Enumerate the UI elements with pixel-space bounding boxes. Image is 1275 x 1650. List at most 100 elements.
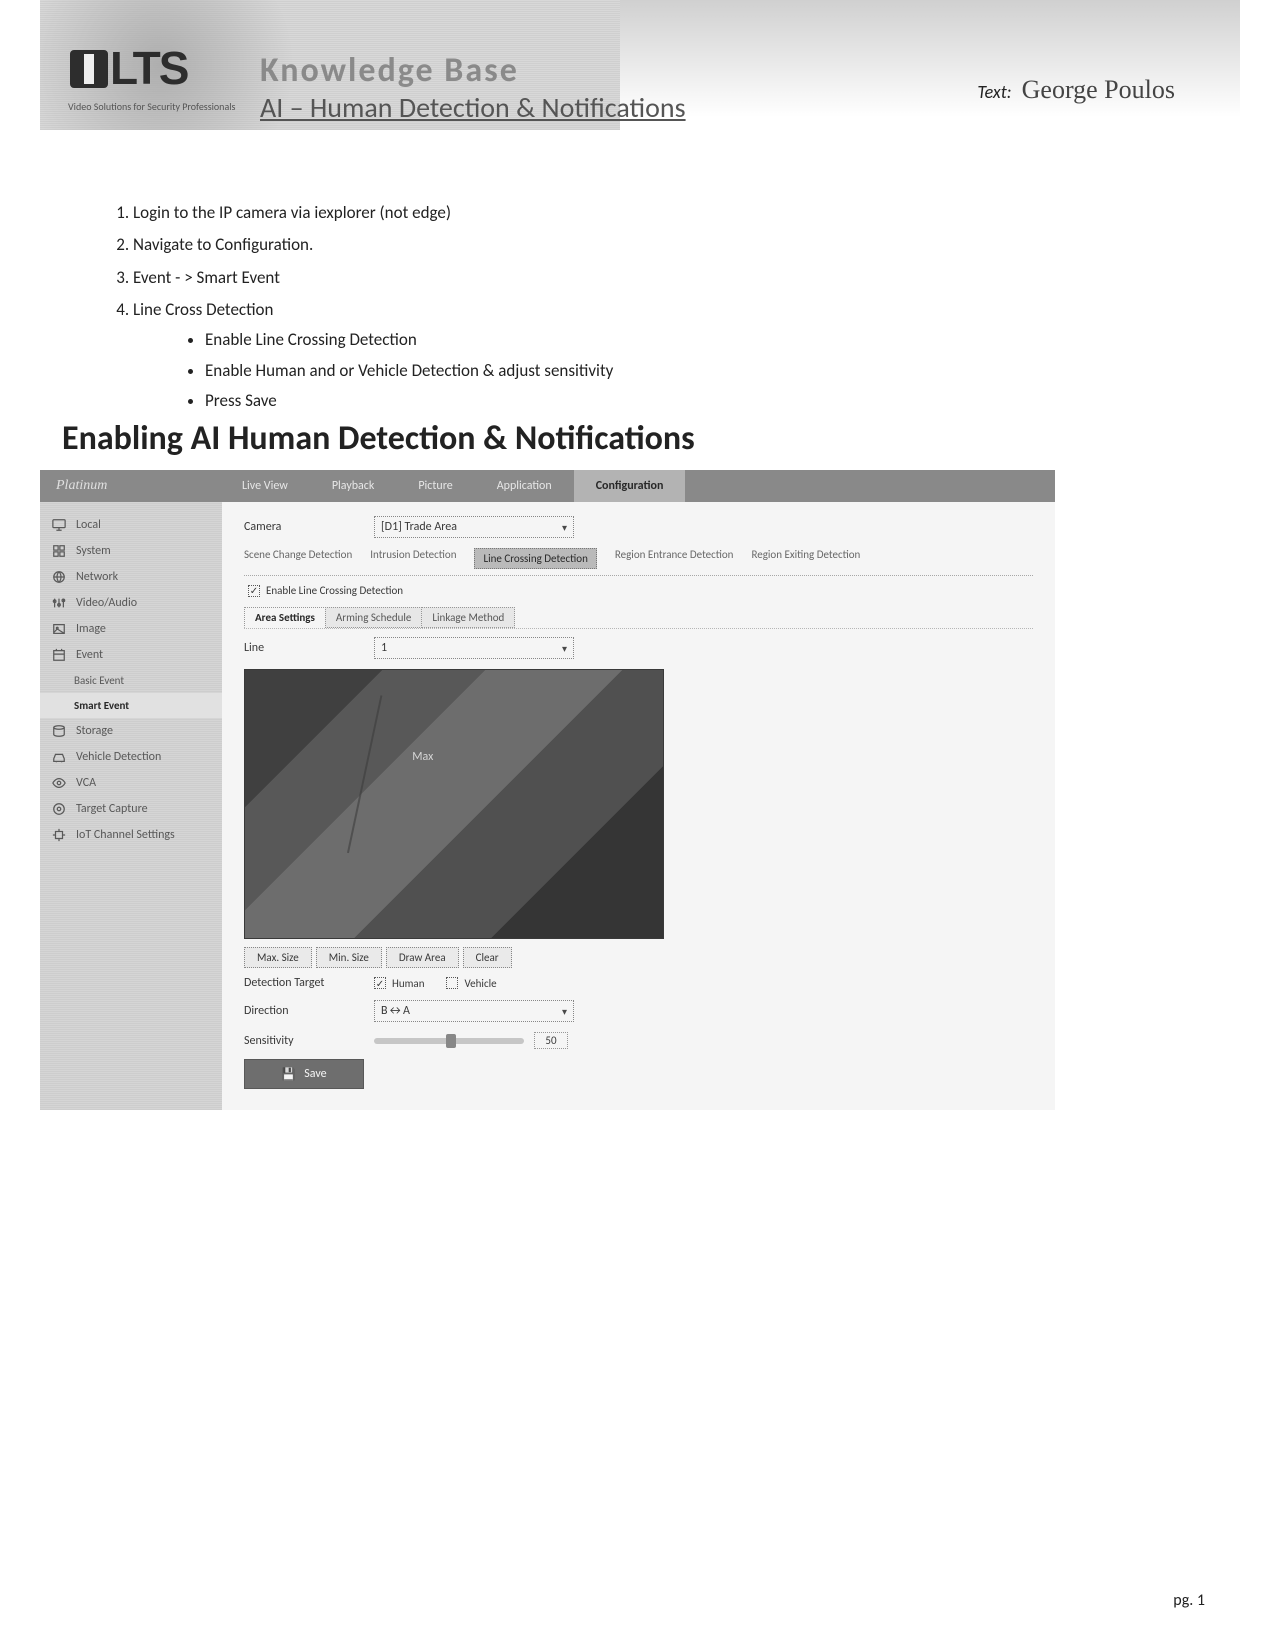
chevron-down-icon: ▾: [562, 521, 567, 534]
save-icon: 💾: [281, 1067, 296, 1082]
tab-line-crossing[interactable]: Line Crossing Detection: [474, 548, 596, 569]
direction-select[interactable]: B↔A ▾: [374, 1000, 574, 1022]
lts-tagline: Video Solutions for Security Professiona…: [68, 100, 235, 113]
sidebar-label-system: System: [76, 544, 111, 558]
max-size-button[interactable]: Max. Size: [244, 947, 312, 968]
tab-live-view[interactable]: Live View: [220, 470, 310, 502]
sidebar-label-target: Target Capture: [76, 802, 148, 816]
kb-subject: AI – Human Detection & Notifications: [260, 90, 686, 125]
tab-linkage-method[interactable]: Linkage Method: [421, 607, 515, 628]
target-icon: [52, 802, 66, 816]
tab-picture[interactable]: Picture: [396, 470, 474, 502]
sidebar-item-image[interactable]: Image: [40, 616, 222, 642]
line-label: Line: [244, 641, 364, 655]
content-pane: Camera [D1] Trade Area ▾ Scene Change De…: [222, 502, 1055, 1110]
author-label: Text:: [977, 81, 1011, 103]
tab-intrusion[interactable]: Intrusion Detection: [370, 548, 456, 569]
direction-value: B↔A: [381, 1004, 410, 1018]
app-brand: Platinum: [40, 478, 220, 494]
line-value: 1: [381, 641, 387, 655]
tab-arming-schedule[interactable]: Arming Schedule: [325, 607, 422, 628]
sidebar-item-system[interactable]: System: [40, 538, 222, 564]
slider-thumb[interactable]: [446, 1034, 456, 1048]
instruction-steps: Login to the IP camera via iexplorer (no…: [105, 200, 613, 420]
clear-button[interactable]: Clear: [463, 947, 512, 968]
sidebar-label-vehicle: Vehicle Detection: [76, 750, 161, 764]
checkbox-checked-icon: ✓: [374, 977, 386, 989]
camera-label: Camera: [244, 520, 364, 534]
tab-region-exiting[interactable]: Region Exiting Detection: [751, 548, 860, 569]
author-signature: George Poulos: [1022, 75, 1175, 104]
vehicle-checkbox[interactable]: Vehicle: [446, 977, 496, 990]
tab-application[interactable]: Application: [475, 470, 574, 502]
step-1: Login to the IP camera via iexplorer (no…: [133, 200, 613, 226]
sidebar-item-iot[interactable]: IoT Channel Settings: [40, 822, 222, 848]
globe-icon: [52, 570, 66, 584]
sensitivity-label: Sensitivity: [244, 1034, 364, 1048]
sensitivity-slider[interactable]: [374, 1038, 524, 1044]
checkbox-checked-icon: ✓: [248, 585, 260, 597]
sensitivity-value[interactable]: 50: [534, 1032, 568, 1049]
sidebar-item-target[interactable]: Target Capture: [40, 796, 222, 822]
sidebar-item-event[interactable]: Event: [40, 642, 222, 668]
sidebar-item-network[interactable]: Network: [40, 564, 222, 590]
sidebar-label-local: Local: [76, 518, 101, 532]
lts-logo-mark: [70, 50, 108, 88]
chevron-down-icon: ▾: [562, 1005, 567, 1018]
monitor-icon: [52, 518, 66, 532]
camera-config-screenshot: Platinum Live View Playback Picture Appl…: [40, 470, 1055, 1110]
config-subtabs: Area Settings Arming Schedule Linkage Me…: [244, 607, 1033, 629]
sidebar-item-basic-event[interactable]: Basic Event: [40, 668, 222, 693]
tab-area-settings[interactable]: Area Settings: [244, 607, 326, 628]
sidebar-label-iot: IoT Channel Settings: [76, 828, 175, 842]
app-topbar: Platinum Live View Playback Picture Appl…: [40, 470, 1055, 502]
tab-scene-change[interactable]: Scene Change Detection: [244, 548, 352, 569]
lts-logo-text: LTS: [110, 42, 187, 94]
sidebar-item-local[interactable]: Local: [40, 512, 222, 538]
sidebar-label-videoaudio: Video/Audio: [76, 596, 137, 610]
top-tabs: Live View Playback Picture Application C…: [220, 470, 685, 502]
sidebar-item-videoaudio[interactable]: Video/Audio: [40, 590, 222, 616]
kb-title: Knowledge Base: [260, 50, 519, 91]
camera-select[interactable]: [D1] Trade Area ▾: [374, 516, 574, 538]
line-select[interactable]: 1 ▾: [374, 637, 574, 659]
sidebar-label-smart-event: Smart Event: [74, 699, 129, 712]
sidebar-label-event: Event: [76, 648, 103, 662]
min-size-button[interactable]: Min. Size: [316, 947, 382, 968]
tab-region-entrance[interactable]: Region Entrance Detection: [615, 548, 734, 569]
page-title: Enabling AI Human Detection & Notificati…: [62, 418, 695, 459]
detection-line: [347, 695, 536, 885]
draw-area-button[interactable]: Draw Area: [386, 947, 459, 968]
tab-configuration[interactable]: Configuration: [574, 470, 686, 502]
header-fade: [620, 0, 1240, 130]
step-4a: Enable Line Crossing Detection: [205, 327, 613, 353]
page-number: pg. 1: [1173, 1591, 1205, 1610]
enable-line-crossing-checkbox[interactable]: ✓ Enable Line Crossing Detection: [248, 584, 1033, 597]
direction-label: Direction: [244, 1004, 364, 1018]
detection-target-label: Detection Target: [244, 976, 364, 990]
sidebar: Local System Network Video/Audio Image E…: [40, 502, 222, 1110]
chip-icon: [52, 828, 66, 842]
sidebar-label-basic-event: Basic Event: [74, 674, 124, 687]
sliders-icon: [52, 596, 66, 610]
car-icon: [52, 750, 66, 764]
save-button[interactable]: 💾 Save: [244, 1059, 364, 1089]
eye-icon: [52, 776, 66, 790]
grid-icon: [52, 544, 66, 558]
save-label: Save: [304, 1067, 326, 1081]
sidebar-label-image: Image: [76, 622, 106, 636]
calendar-icon: [52, 648, 66, 662]
sidebar-item-smart-event[interactable]: Smart Event: [40, 693, 222, 718]
vehicle-label: Vehicle: [464, 977, 496, 990]
sidebar-item-vca[interactable]: VCA: [40, 770, 222, 796]
human-label: Human: [392, 977, 424, 990]
sidebar-item-vehicle[interactable]: Vehicle Detection: [40, 744, 222, 770]
camera-value: [D1] Trade Area: [381, 520, 457, 534]
step-3: Event - > Smart Event: [133, 265, 613, 291]
step-4: Line Cross Detection Enable Line Crossin…: [133, 297, 613, 414]
video-preview[interactable]: Max: [244, 669, 664, 939]
author-block: Text: George Poulos: [977, 75, 1175, 105]
sidebar-item-storage[interactable]: Storage: [40, 718, 222, 744]
tab-playback[interactable]: Playback: [310, 470, 397, 502]
human-checkbox[interactable]: ✓ Human: [374, 977, 424, 990]
